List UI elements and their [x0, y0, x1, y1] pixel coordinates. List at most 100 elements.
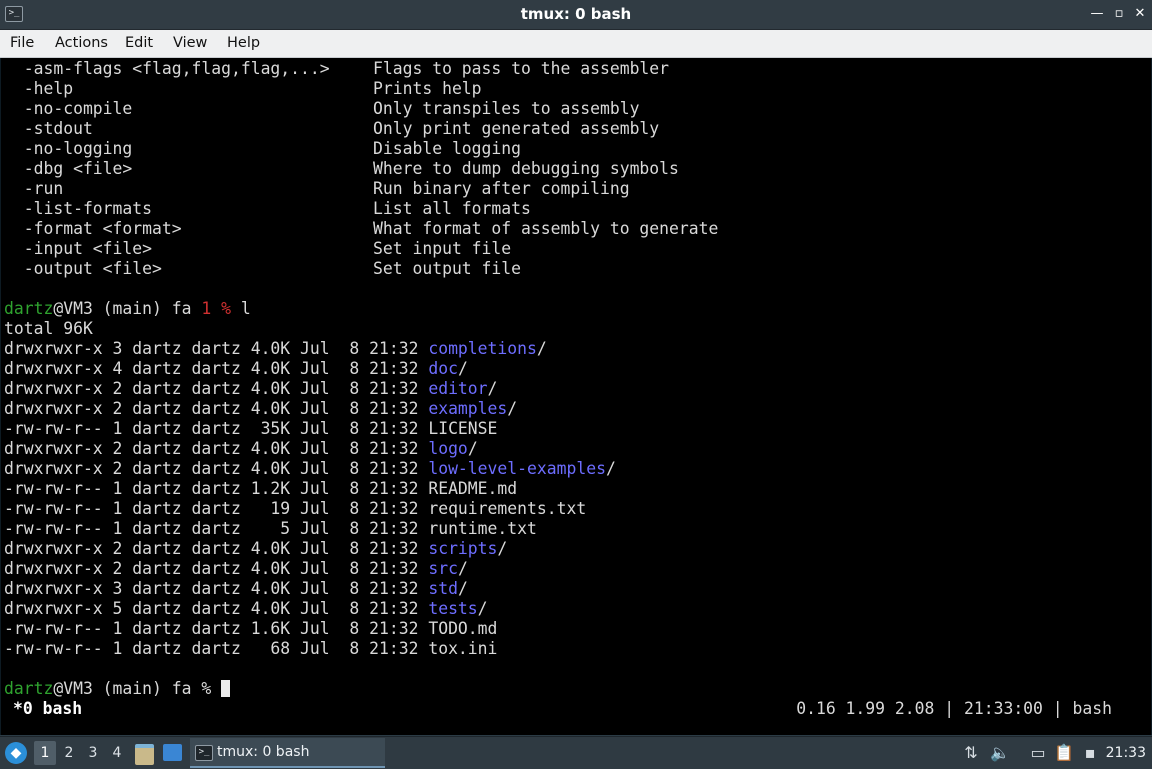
help-line: -no-logging Disable logging	[4, 139, 718, 159]
prompt-command: l	[230, 299, 251, 318]
clipboard-icon[interactable]: 📋	[1054, 743, 1074, 763]
prompt-status: 1 %	[201, 299, 231, 318]
dir-slash: /	[507, 399, 518, 418]
help-flag: -format <format>	[4, 219, 182, 238]
file-name: README.md	[428, 479, 518, 498]
prompt-user: dartz	[4, 679, 54, 698]
workspace-3[interactable]: 3	[82, 741, 104, 765]
help-line: -help Prints help	[4, 79, 718, 99]
directory-name: src	[428, 559, 458, 578]
workspace-4[interactable]: 4	[106, 741, 128, 765]
file-manager-icon[interactable]	[135, 744, 154, 765]
menu-edit[interactable]: Edit	[125, 30, 153, 57]
listing-row: drwxrwxr-x 2 dartz dartz 4.0K Jul 8 21:3…	[4, 379, 718, 399]
tmux-window-label[interactable]: *0 bash	[13, 699, 82, 718]
network-updown-icon[interactable]: ⇅	[962, 743, 980, 763]
help-flag: -run	[4, 179, 64, 198]
listing-row: drwxrwxr-x 4 dartz dartz 4.0K Jul 8 21:3…	[4, 359, 718, 379]
menu-actions[interactable]: Actions	[55, 30, 108, 57]
listing-row: drwxrwxr-x 2 dartz dartz 4.0K Jul 8 21:3…	[4, 439, 718, 459]
file-name: LICENSE	[428, 419, 498, 438]
menu-view[interactable]: View	[173, 30, 207, 57]
file-meta: -rw-rw-r-- 1 dartz dartz 5 Jul 8 21:32	[4, 519, 429, 538]
dir-slash: /	[487, 379, 498, 398]
dir-slash: /	[497, 539, 508, 558]
restore-button[interactable]: ▫	[1110, 5, 1128, 23]
window-title: tmux: 0 bash	[520, 5, 632, 23]
listing-total: total 96K	[4, 319, 718, 339]
listing-row: drwxrwxr-x 2 dartz dartz 4.0K Jul 8 21:3…	[4, 559, 718, 579]
listing-row: -rw-rw-r-- 1 dartz dartz 68 Jul 8 21:32 …	[4, 639, 718, 659]
prompt-host: @VM3 (main) fa	[53, 299, 202, 318]
help-flag: -help	[4, 79, 74, 98]
directory-name: low-level-examples	[428, 459, 606, 478]
network-icon[interactable]: ▭	[1028, 743, 1048, 763]
help-flag: -output <file>	[4, 259, 162, 278]
help-line: -format <format> What format of assembly …	[4, 219, 719, 239]
help-flag: -stdout	[4, 119, 93, 138]
help-line: -no-compile Only transpiles to assembly	[4, 99, 718, 119]
title-bar: >_ tmux: 0 bash — ▫ ✕	[0, 0, 1152, 30]
directory-name: logo	[428, 439, 468, 458]
minimize-button[interactable]: —	[1088, 5, 1106, 23]
listing-row: drwxrwxr-x 2 dartz dartz 4.0K Jul 8 21:3…	[4, 459, 718, 479]
help-flag: -input <file>	[4, 239, 153, 258]
listing-row: drwxrwxr-x 2 dartz dartz 4.0K Jul 8 21:3…	[4, 539, 718, 559]
dir-slash: /	[536, 339, 547, 358]
workspace-1[interactable]: 1	[34, 741, 56, 765]
help-flag: -dbg <file>	[4, 159, 133, 178]
help-line: -stdout Only print generated assembly	[4, 119, 718, 139]
total-size: total 96K	[4, 319, 93, 338]
show-desktop-icon[interactable]	[163, 744, 182, 761]
listing-row: -rw-rw-r-- 1 dartz dartz 1.6K Jul 8 21:3…	[4, 619, 718, 639]
file-name: TODO.md	[428, 619, 498, 638]
prompt-line: dartz@VM3 (main) fa 1 % l	[4, 299, 718, 319]
directory-name: examples	[428, 399, 508, 418]
help-line: -run Run binary after compiling	[4, 179, 718, 199]
help-line: -list-formats List all formats	[4, 199, 718, 219]
help-line: -input <file> Set input file	[4, 239, 718, 259]
terminal-icon: >_	[195, 745, 213, 761]
help-line: -output <file> Set output file	[4, 259, 718, 279]
dir-slash: /	[457, 579, 468, 598]
listing-row: drwxrwxr-x 2 dartz dartz 4.0K Jul 8 21:3…	[4, 399, 718, 419]
help-flag: -no-logging	[4, 139, 133, 158]
help-desc: Only print generated assembly	[373, 119, 660, 138]
help-flag: -list-formats	[4, 199, 153, 218]
dir-slash: /	[467, 439, 478, 458]
prompt-status: %	[201, 679, 222, 698]
help-desc: Prints help	[373, 79, 482, 98]
help-desc: Disable logging	[373, 139, 522, 158]
terminal-output: -asm-flags <flag,flag,flag,...> Flags to …	[4, 59, 718, 699]
file-meta: drwxrwxr-x 2 dartz dartz 4.0K Jul 8 21:3…	[4, 439, 429, 458]
help-desc: Set input file	[373, 239, 512, 258]
clock[interactable]: 21:33	[1106, 737, 1146, 769]
terminal-area[interactable]: -asm-flags <flag,flag,flag,...> Flags to …	[0, 58, 1152, 735]
file-name: requirements.txt	[428, 499, 587, 518]
dir-slash: /	[477, 599, 488, 618]
listing-row: drwxrwxr-x 3 dartz dartz 4.0K Jul 8 21:3…	[4, 579, 718, 599]
help-flag: -asm-flags <flag,flag,flag,...>	[4, 59, 330, 78]
file-meta: drwxrwxr-x 2 dartz dartz 4.0K Jul 8 21:3…	[4, 399, 429, 418]
directory-name: scripts	[428, 539, 498, 558]
file-name: runtime.txt	[428, 519, 537, 538]
taskbar-task-tmux[interactable]: >_ tmux: 0 bash	[190, 738, 385, 768]
volume-icon[interactable]: 🔈	[990, 743, 1010, 763]
workspace-2[interactable]: 2	[58, 741, 80, 765]
help-line: -dbg <file> Where to dump debugging symbo…	[4, 159, 718, 179]
notification-icon[interactable]: ▪	[1080, 743, 1100, 763]
menu-help[interactable]: Help	[227, 30, 260, 57]
prompt-host: @VM3 (main) fa	[53, 679, 202, 698]
directory-name: doc	[428, 359, 458, 378]
file-meta: -rw-rw-r-- 1 dartz dartz 1.6K Jul 8 21:3…	[4, 619, 429, 638]
help-desc: Flags to pass to the assembler	[373, 59, 670, 78]
close-button[interactable]: ✕	[1131, 5, 1149, 23]
listing-row: -rw-rw-r-- 1 dartz dartz 35K Jul 8 21:32…	[4, 419, 718, 439]
menu-file[interactable]: File	[10, 30, 34, 57]
help-line: -asm-flags <flag,flag,flag,...> Flags to …	[4, 59, 718, 79]
directory-name: std	[428, 579, 458, 598]
help-desc: List all formats	[373, 199, 531, 218]
help-desc: Where to dump debugging symbols	[373, 159, 679, 178]
start-menu-icon[interactable]: ◆	[5, 742, 27, 764]
